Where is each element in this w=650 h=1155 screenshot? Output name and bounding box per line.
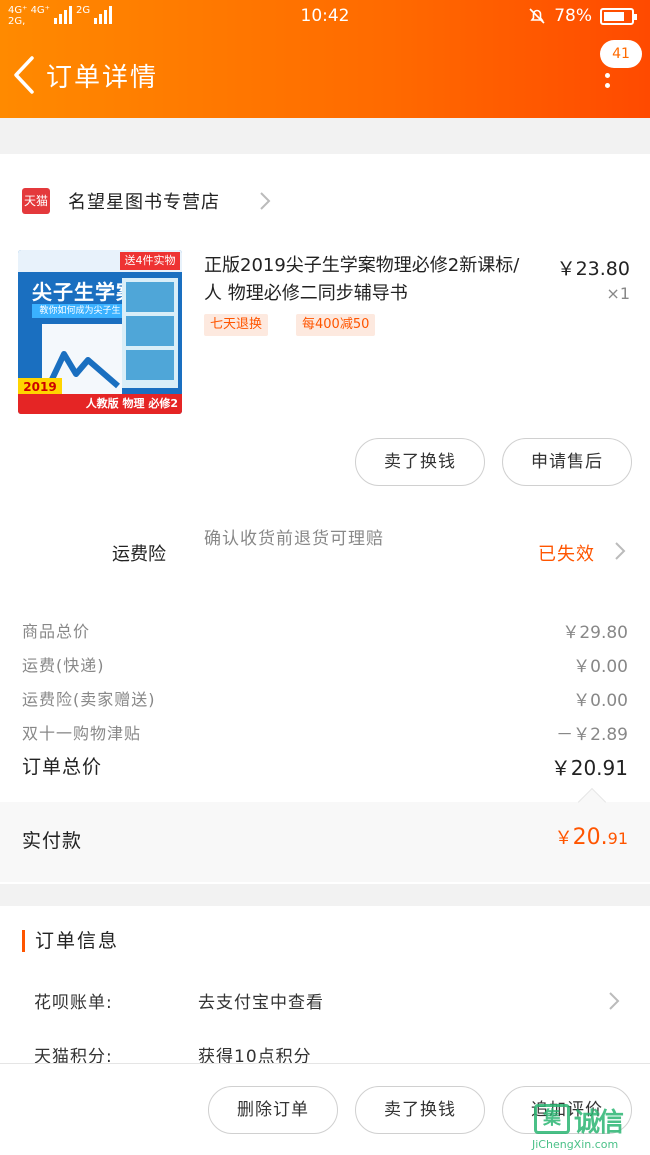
fee-row-total: 订单总价 ￥20.91 (0, 752, 650, 782)
info-row-points: 天猫积分: 获得10点积分 (0, 1042, 650, 1063)
page-title: 订单详情 (46, 63, 159, 93)
fee-value: ￥0.00 (573, 691, 628, 711)
watermark-box: 集 (534, 1104, 570, 1134)
fee-row-insurance: 运费险(卖家赠送) ￥0.00 (0, 686, 650, 716)
bell-mute-icon (529, 8, 545, 24)
product-title: 正版2019尖子生学案物理必修2新课标/人 物理必修二同步辅导书 (204, 255, 520, 304)
battery-icon (600, 7, 637, 25)
paid-amount: ￥20.91 (555, 824, 628, 850)
tag-seven-day-return: 七天退换 (204, 314, 269, 336)
product-cover-image[interactable]: 送4件实物 尖子生学案 教你如何成为尖子生 2019 人教版 物理 必修2 (18, 250, 182, 414)
fee-value: ￥29.80 (562, 623, 628, 643)
chevron-right-icon (609, 992, 620, 1010)
fee-label: 商品总价 (22, 622, 91, 641)
message-count-badge[interactable]: 41 (600, 40, 642, 68)
cover-subtitle: 教你如何成为尖子生 (32, 304, 128, 318)
cover-gift-label: 送4件实物 (120, 252, 180, 270)
paid-label: 实付款 (22, 830, 83, 852)
watermark-cn: 诚信 (574, 1108, 624, 1138)
info-value: 去支付宝中查看 (198, 993, 324, 1013)
fee-label: 双十一购物津贴 (22, 724, 142, 743)
shop-name: 名望星图书专营店 (68, 192, 220, 213)
tmall-logo: 天猫 (22, 188, 50, 214)
order-card: 天猫 名望星图书专营店 送4件实物 尖子生学案 教你如何成为尖子生 2019 人… (0, 154, 650, 884)
delete-order-button[interactable]: 删除订单 (208, 1086, 338, 1134)
info-row-huabei[interactable]: 花呗账单: 去支付宝中查看 (0, 988, 650, 1028)
app-header: 4G⁺ 4G⁺ 2G, 2G 10:42 78% 订单详情 41 (0, 0, 650, 118)
order-total-label: 订单总价 (22, 756, 103, 778)
sell-for-cash-button[interactable]: 卖了换钱 (355, 438, 485, 486)
back-arrow-icon[interactable] (8, 52, 42, 98)
fee-value: ￥0.00 (573, 657, 628, 677)
fee-label: 运费险(卖家赠送) (22, 690, 156, 709)
info-key: 花呗账单: (34, 993, 113, 1013)
shipping-insurance-row[interactable]: 运费险 确认收货前退货可理赔 已失效 (0, 516, 650, 586)
fee-row-shipping: 运费(快递) ￥0.00 (0, 652, 650, 682)
after-sale-button[interactable]: 申请售后 (502, 438, 632, 486)
paid-currency: ￥ (554, 828, 573, 849)
watermark-en: JiChengXin.com (532, 1138, 619, 1151)
paid-amount-row: 实付款 ￥20.91 (0, 787, 650, 882)
fee-row-allowance: 双十一购物津贴 －￥2.89 (0, 720, 650, 750)
fee-value: －￥2.89 (556, 725, 628, 745)
order-detail-content[interactable]: 天猫 名望星图书专营店 送4件实物 尖子生学案 教你如何成为尖子生 2019 人… (0, 118, 650, 1063)
order-info-card: 订单信息 花呗账单: 去支付宝中查看 天猫积分: 获得10点积分 (0, 906, 650, 1063)
order-info-title: 订单信息 (22, 930, 119, 952)
insurance-label: 运费险 (112, 544, 166, 565)
tag-discount: 每400减50 (296, 314, 376, 336)
shop-row[interactable]: 天猫 名望星图书专营店 (0, 166, 650, 236)
info-value: 获得10点积分 (198, 1047, 312, 1063)
order-total-value: ￥20.91 (550, 756, 628, 780)
fee-label: 运费(快递) (22, 656, 105, 675)
cover-bottom-band: 人教版 物理 必修2 (18, 394, 182, 414)
battery-percent: 78% (554, 6, 592, 26)
chevron-right-icon (260, 192, 271, 210)
insurance-status: 已失效 (538, 544, 595, 565)
product-price: ￥23.80 (556, 258, 630, 280)
info-key: 天猫积分: (34, 1047, 113, 1063)
status-right: 78% (528, 6, 637, 26)
paid-decimal: 91 (607, 829, 628, 848)
product-quantity: ×1 (606, 284, 630, 303)
sell-for-cash-button-bottom[interactable]: 卖了换钱 (355, 1086, 485, 1134)
more-menu-icon[interactable] (600, 70, 614, 94)
fee-row-goods: 商品总价 ￥29.80 (0, 618, 650, 648)
insurance-desc: 确认收货前退货可理赔 (204, 529, 384, 549)
chevron-right-icon (615, 542, 626, 560)
paid-integer: 20. (572, 825, 608, 850)
product-item[interactable]: 送4件实物 尖子生学案 教你如何成为尖子生 2019 人教版 物理 必修2 正版… (0, 242, 650, 417)
status-bar: 4G⁺ 4G⁺ 2G, 2G 10:42 78% (0, 0, 650, 34)
watermark-logo: 集 诚信 JiChengXin.com (530, 1100, 648, 1155)
bottom-action-bar: 删除订单 卖了换钱 追加评价 集 诚信 JiChengXin.com (0, 1063, 650, 1155)
